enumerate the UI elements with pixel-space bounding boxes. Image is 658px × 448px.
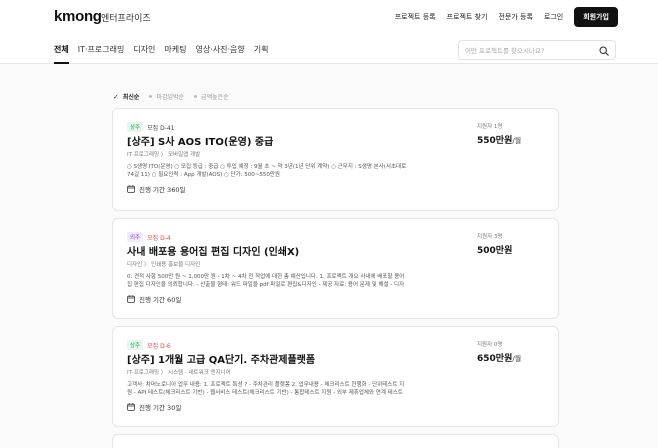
project-card[interactable]: 상주 모집 D-41 [상주] S사 AOS ITO(운영) 중급 IT·프로그… xyxy=(112,108,559,211)
recruit-dday: 모집 D-4 xyxy=(147,234,171,242)
calendar-icon xyxy=(127,295,135,303)
project-description: 고객사: 차머노로니아 업무 내용: 1. 프로젝트 특성 ? - 주차관리 플… xyxy=(127,382,405,396)
tab-it-programming[interactable]: IT·프로그래밍 xyxy=(78,36,125,64)
project-category: IT·프로그래밍 〉 모바일앱 개발 xyxy=(127,152,201,158)
applicant-count: 지원자 0명 xyxy=(477,342,503,348)
price-unit: /월 xyxy=(512,355,522,363)
header-nav: 프로젝트 등록 프로젝트 찾기 전문가 등록 로그인 회원가입 xyxy=(395,7,618,27)
card-badges: 상주 모집 D-41 xyxy=(127,122,175,132)
calendar-icon xyxy=(127,185,135,193)
project-period: 진행 기간 30일 xyxy=(127,402,181,412)
recruit-dday: 모집 D-41 xyxy=(147,124,175,132)
category-tabs: 전체 IT·프로그래밍 디자인 마케팅 영상·사진·음향 기획 xyxy=(54,36,269,64)
project-title[interactable]: 사내 배포용 용어집 편집 디자인 (인쇄X) xyxy=(127,243,299,258)
check-icon: ✓ xyxy=(113,92,119,101)
tab-video-photo-audio[interactable]: 영상·사진·음향 xyxy=(196,36,245,64)
search-icon[interactable] xyxy=(599,46,609,56)
sort-latest-label: 최신순 xyxy=(122,94,140,101)
project-title[interactable]: [상주] 1개월 고급 QA단기. 주차관제플랫폼 xyxy=(127,351,315,366)
tab-planning[interactable]: 기획 xyxy=(254,36,269,64)
sort-deadline-label: 마감임박순 xyxy=(156,94,185,101)
kmong-logo[interactable]: kmong xyxy=(54,8,102,25)
project-price: 550만원/월 xyxy=(477,133,521,146)
period-text: 진행 기간 30일 xyxy=(139,404,182,412)
period-text: 진행 기간 360일 xyxy=(139,186,186,194)
signup-button[interactable]: 회원가입 xyxy=(574,7,618,27)
sort-options: ✓ 최신순 마감임박순 금액높은순 xyxy=(113,92,229,102)
tab-design[interactable]: 디자인 xyxy=(133,36,155,64)
sort-latest[interactable]: ✓ 최신순 xyxy=(113,92,140,102)
project-period: 진행 기간 360일 xyxy=(127,184,185,194)
calendar-icon xyxy=(127,403,135,411)
price-amount: 550만원 xyxy=(477,136,513,146)
project-card[interactable] xyxy=(112,434,559,448)
project-period: 진행 기간 60일 xyxy=(127,294,181,304)
project-price: 500만원 xyxy=(477,243,512,256)
enterprise-label[interactable]: 엔터프라이즈 xyxy=(101,11,151,24)
search-input[interactable] xyxy=(465,44,595,57)
project-category: IT·프로그래밍 〉 시스템 · 네트워크 엔지니어 xyxy=(127,370,231,376)
sort-price-label: 금액높은순 xyxy=(201,94,229,101)
applicant-count: 지원자 3명 xyxy=(477,234,503,240)
nav-login[interactable]: 로그인 xyxy=(544,12,563,22)
project-price: 650만원/월 xyxy=(477,351,521,364)
top-bar: kmong 엔터프라이즈 프로젝트 등록 프로젝트 찾기 전문가 등록 로그인 … xyxy=(0,0,658,36)
nav-expert-register[interactable]: 전문가 등록 xyxy=(498,12,532,22)
type-badge: 상주 xyxy=(127,340,144,350)
period-text: 진행 기간 60일 xyxy=(139,296,182,304)
card-badges: 외주 모집 D-4 xyxy=(127,232,171,242)
tab-all[interactable]: 전체 xyxy=(54,36,69,64)
price-amount: 500만원 xyxy=(477,246,513,256)
project-category: 디자인 〉 인쇄용 홍보물 디자인 xyxy=(127,262,201,268)
project-title[interactable]: [상주] S사 AOS ITO(운영) 중급 xyxy=(127,133,273,148)
nav-project-find[interactable]: 프로젝트 찾기 xyxy=(447,12,488,22)
type-badge: 상주 xyxy=(127,122,144,132)
project-description: 0. 견적 사항 500만 원 ~ 1,000만 원 - 1차 ~ 4차 전 작… xyxy=(127,274,405,288)
project-description: ○ S생명 ITO(운영) ○ 모집 등급 : 중급 ○ 투입 예정 : 9월 … xyxy=(127,164,407,178)
search-box xyxy=(458,40,616,60)
price-amount: 650만원 xyxy=(477,354,513,364)
tab-marketing[interactable]: 마케팅 xyxy=(164,36,186,64)
card-badges: 상주 모집 D-6 xyxy=(127,340,171,350)
type-badge: 외주 xyxy=(127,232,144,242)
applicant-count: 지원자 1명 xyxy=(477,124,503,130)
category-bar: 전체 IT·프로그래밍 디자인 마케팅 영상·사진·음향 기획 xyxy=(0,36,658,64)
price-unit: /월 xyxy=(512,137,522,145)
nav-project-register[interactable]: 프로젝트 등록 xyxy=(395,12,436,22)
sort-price[interactable]: 금액높은순 xyxy=(194,92,229,101)
dot-icon xyxy=(194,95,198,98)
recruit-dday: 모집 D-6 xyxy=(147,342,171,350)
dot-icon xyxy=(149,95,153,98)
project-card[interactable]: 상주 모집 D-6 [상주] 1개월 고급 QA단기. 주차관제플랫폼 IT·프… xyxy=(112,326,559,427)
project-card[interactable]: 외주 모집 D-4 사내 배포용 용어집 편집 디자인 (인쇄X) 디자인 〉 … xyxy=(112,218,559,319)
sort-deadline[interactable]: 마감임박순 xyxy=(149,92,184,101)
